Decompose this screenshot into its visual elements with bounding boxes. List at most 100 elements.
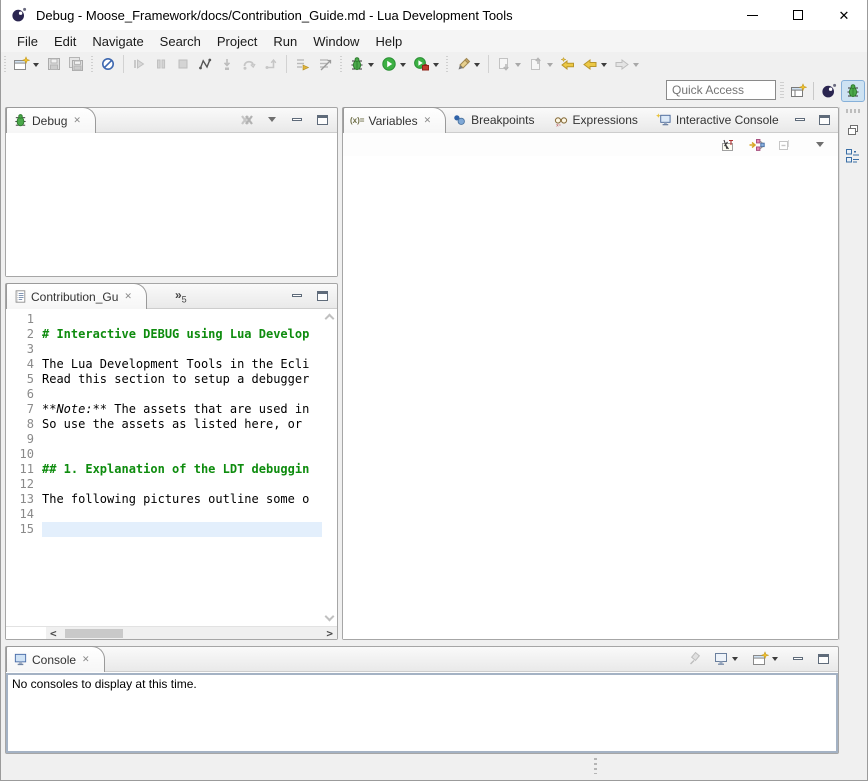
line-text[interactable]: The following pictures outline some o (42, 492, 322, 507)
next-annotation-button[interactable] (493, 53, 525, 75)
terminate-button[interactable] (172, 53, 194, 75)
debug-view-content[interactable] (6, 134, 337, 276)
editor-line[interactable]: 5Read this section to setup a debugger (6, 372, 322, 387)
line-text[interactable]: The Lua Development Tools in the Ecli (42, 357, 322, 372)
line-text[interactable] (42, 522, 322, 537)
maximize-view-button[interactable] (814, 650, 832, 668)
tab-variables[interactable]: (x)= Variables ✕ (343, 107, 446, 133)
minimize-view-button[interactable] (789, 650, 807, 668)
view-menu-button[interactable] (810, 136, 830, 154)
editor-line[interactable]: 13The following pictures outline some o (6, 492, 322, 507)
tab-breakpoints[interactable]: Breakpoints (446, 107, 546, 132)
previous-annotation-dropdown[interactable] (547, 63, 553, 67)
minimize-window-button[interactable] (729, 0, 775, 30)
last-edit-location-button[interactable] (557, 53, 579, 75)
view-menu-button[interactable] (263, 111, 281, 129)
scroll-left-icon[interactable]: < (46, 628, 61, 639)
show-type-names-button[interactable] (718, 136, 738, 154)
editor-horizontal-scrollbar[interactable]: < > (6, 626, 337, 639)
editor-line[interactable]: 8So use the assets as listed here, or (6, 417, 322, 432)
more-editors-chevron[interactable]: »5 (175, 288, 187, 304)
editor-line[interactable]: 3 (6, 342, 322, 357)
scroll-down-icon[interactable] (325, 612, 335, 622)
resume-button[interactable] (128, 53, 150, 75)
remove-terminated-button[interactable] (238, 111, 256, 129)
line-text[interactable]: Read this section to setup a debugger (42, 372, 322, 387)
editor-line[interactable]: 10 (6, 447, 322, 462)
editor-line[interactable]: 11## 1. Explanation of the LDT debuggin (6, 462, 322, 477)
new-wizard-dropdown[interactable] (33, 63, 39, 67)
tray-drag-handle[interactable] (846, 109, 860, 113)
status-bar-drag-handle[interactable] (594, 758, 597, 774)
display-console-dropdown[interactable] (732, 657, 738, 661)
line-text[interactable] (42, 432, 322, 447)
variables-view-content[interactable] (343, 157, 838, 639)
collapse-all-button[interactable] (774, 136, 794, 154)
maximize-view-button[interactable] (313, 111, 331, 129)
debug-dropdown[interactable] (368, 63, 374, 67)
close-window-button[interactable]: ✕ (821, 0, 867, 30)
menu-file[interactable]: File (9, 32, 46, 51)
editor-line[interactable]: 14 (6, 507, 322, 522)
menu-run[interactable]: Run (265, 32, 305, 51)
menu-window[interactable]: Window (305, 32, 367, 51)
minimize-view-button[interactable] (791, 111, 809, 129)
close-tab-icon[interactable]: ✕ (73, 115, 81, 126)
editor-line[interactable]: 6 (6, 387, 322, 402)
skip-all-breakpoints-button[interactable] (97, 53, 119, 75)
menu-help[interactable]: Help (367, 32, 410, 51)
minimize-view-button[interactable] (288, 287, 306, 305)
toolbar-drag-handle[interactable] (445, 56, 450, 72)
new-wizard-button[interactable] (10, 53, 43, 75)
menu-navigate[interactable]: Navigate (84, 32, 151, 51)
run-dropdown[interactable] (400, 63, 406, 67)
step-into-button[interactable] (216, 53, 238, 75)
run-button[interactable] (378, 53, 410, 75)
menu-search[interactable]: Search (152, 32, 209, 51)
mark-occurrences-dropdown[interactable] (474, 63, 480, 67)
line-text[interactable] (42, 477, 322, 492)
tab-debug[interactable]: Debug ✕ (6, 107, 96, 133)
line-text[interactable] (42, 447, 322, 462)
tab-console[interactable]: Console ✕ (6, 646, 105, 672)
close-tab-icon[interactable]: ✕ (424, 115, 432, 126)
save-all-button[interactable] (65, 53, 88, 75)
external-tools-dropdown[interactable] (433, 63, 439, 67)
tab-expressions[interactable]: x= Expressions (547, 107, 650, 132)
close-tab-icon[interactable]: ✕ (82, 654, 90, 665)
quick-access-input[interactable] (666, 80, 776, 100)
editor-line[interactable]: 1 (6, 312, 322, 327)
line-text[interactable]: ## 1. Explanation of the LDT debuggin (42, 462, 322, 477)
line-text[interactable]: **Note:** The assets that are used in (42, 402, 322, 417)
toolbar-drag-handle[interactable] (3, 56, 8, 72)
editor-line[interactable]: 2# Interactive DEBUG using Lua Develop (6, 327, 322, 342)
toolbar-drag-handle[interactable] (90, 56, 95, 72)
step-return-button[interactable] (260, 53, 282, 75)
open-perspective-button[interactable] (786, 80, 810, 102)
lua-perspective-button[interactable] (817, 80, 841, 102)
forward-dropdown[interactable] (633, 63, 639, 67)
next-annotation-dropdown[interactable] (515, 63, 521, 67)
restore-view-button[interactable] (842, 119, 864, 141)
outline-view-button[interactable] (842, 145, 864, 167)
toolbar-drag-handle[interactable] (780, 82, 784, 100)
editor-line[interactable]: 4The Lua Development Tools in the Ecli (6, 357, 322, 372)
editor-line[interactable]: 7**Note:** The assets that are used in (6, 402, 322, 417)
external-tools-button[interactable] (410, 53, 443, 75)
editor-line[interactable]: 15 (6, 522, 322, 537)
editor-vertical-scrollbar[interactable] (322, 310, 337, 626)
scroll-right-icon[interactable]: > (322, 628, 337, 639)
editor-line[interactable]: 12 (6, 477, 322, 492)
save-button[interactable] (43, 53, 65, 75)
line-text[interactable] (42, 312, 322, 327)
open-console-dropdown[interactable] (772, 657, 778, 661)
maximize-view-button[interactable] (313, 287, 331, 305)
debug-perspective-button[interactable] (841, 80, 865, 102)
line-text[interactable] (42, 342, 322, 357)
display-selected-console-button[interactable] (711, 650, 741, 668)
menu-edit[interactable]: Edit (46, 32, 84, 51)
run-to-line-button[interactable] (291, 53, 314, 75)
suspend-button[interactable] (150, 53, 172, 75)
minimize-view-button[interactable] (288, 111, 306, 129)
toolbar-drag-handle[interactable] (339, 56, 344, 72)
